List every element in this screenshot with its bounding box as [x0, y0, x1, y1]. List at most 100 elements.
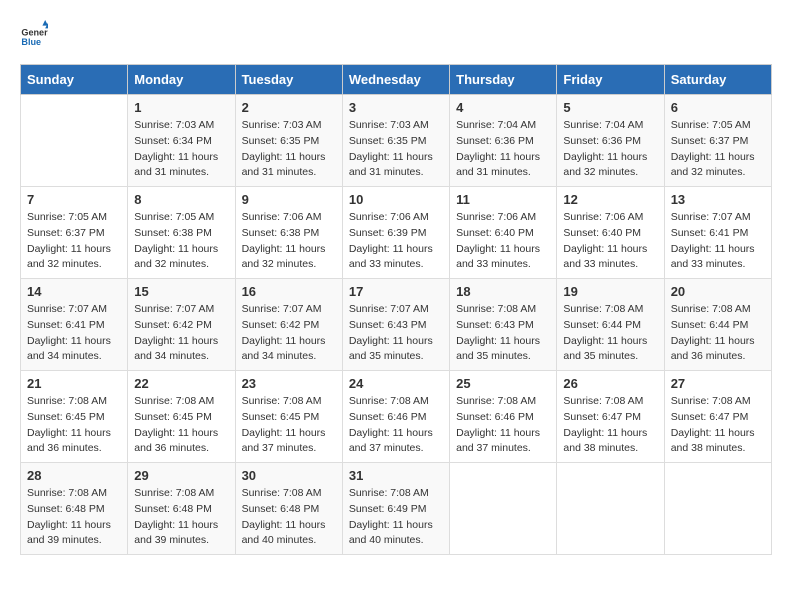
calendar-cell: 22Sunrise: 7:08 AM Sunset: 6:45 PM Dayli… [128, 371, 235, 463]
day-info: Sunrise: 7:05 AM Sunset: 6:37 PM Dayligh… [671, 118, 765, 181]
day-info: Sunrise: 7:08 AM Sunset: 6:48 PM Dayligh… [242, 486, 336, 549]
calendar-cell: 31 Sunrise: 7:08 AM Sunset: 6:49 PM Dayli… [342, 463, 449, 555]
calendar-cell: 4Sunrise: 7:04 AM Sunset: 6:36 PM Daylig… [450, 95, 557, 187]
logo-icon: General Blue [20, 20, 48, 48]
day-info: Sunrise: 7:08 AM Sunset: 6:49 PM Dayligh… [349, 486, 443, 549]
calendar-cell: 20 Sunrise: 7:08 AM Sunset: 6:44 PM Dayli… [664, 279, 771, 371]
day-number: 10 [349, 192, 443, 207]
calendar-cell: 16Sunrise: 7:07 AM Sunset: 6:42 PM Dayli… [235, 279, 342, 371]
calendar-cell: 19Sunrise: 7:08 AM Sunset: 6:44 PM Dayli… [557, 279, 664, 371]
day-number: 12 [563, 192, 657, 207]
day-number: 7 [27, 192, 121, 207]
day-number: 13 [671, 192, 765, 207]
day-info: Sunrise: 7:08 AM Sunset: 6:47 PM Dayligh… [563, 394, 657, 457]
calendar-cell: 1 Sunrise: 7:03 AM Sunset: 6:34 PM Daylig… [128, 95, 235, 187]
day-info: Sunrise: 7:06 AM Sunset: 6:40 PM Dayligh… [563, 210, 657, 273]
day-number: 29 [134, 468, 228, 483]
day-number: 19 [563, 284, 657, 299]
weekday-header-monday: Monday [128, 65, 235, 95]
day-number: 26 [563, 376, 657, 391]
day-info: Sunrise: 7:03 AM Sunset: 6:35 PM Dayligh… [349, 118, 443, 181]
day-number: 21 [27, 376, 121, 391]
day-number: 24 [349, 376, 443, 391]
page-header: General Blue [20, 20, 772, 48]
day-number: 31 [349, 468, 443, 483]
calendar-cell: 26 Sunrise: 7:08 AM Sunset: 6:47 PM Dayli… [557, 371, 664, 463]
day-info: Sunrise: 7:05 AM Sunset: 6:37 PM Dayligh… [27, 210, 121, 273]
day-info: Sunrise: 7:03 AM Sunset: 6:34 PM Dayligh… [134, 118, 228, 181]
day-info: Sunrise: 7:08 AM Sunset: 6:43 PM Dayligh… [456, 302, 550, 365]
calendar-cell: 13Sunrise: 7:07 AM Sunset: 6:41 PM Dayli… [664, 187, 771, 279]
day-info: Sunrise: 7:08 AM Sunset: 6:44 PM Dayligh… [671, 302, 765, 365]
day-info: Sunrise: 7:04 AM Sunset: 6:36 PM Dayligh… [456, 118, 550, 181]
day-number: 16 [242, 284, 336, 299]
day-info: Sunrise: 7:08 AM Sunset: 6:45 PM Dayligh… [27, 394, 121, 457]
calendar-cell: 18 Sunrise: 7:08 AM Sunset: 6:43 PM Dayli… [450, 279, 557, 371]
day-info: Sunrise: 7:04 AM Sunset: 6:36 PM Dayligh… [563, 118, 657, 181]
day-number: 14 [27, 284, 121, 299]
day-info: Sunrise: 7:08 AM Sunset: 6:45 PM Dayligh… [242, 394, 336, 457]
calendar-cell: 7 Sunrise: 7:05 AM Sunset: 6:37 PM Daylig… [21, 187, 128, 279]
calendar-table: SundayMondayTuesdayWednesdayThursdayFrid… [20, 64, 772, 555]
day-number: 11 [456, 192, 550, 207]
svg-text:Blue: Blue [21, 37, 41, 47]
day-number: 8 [134, 192, 228, 207]
day-info: Sunrise: 7:03 AM Sunset: 6:35 PM Dayligh… [242, 118, 336, 181]
day-info: Sunrise: 7:07 AM Sunset: 6:43 PM Dayligh… [349, 302, 443, 365]
calendar-cell: 27 Sunrise: 7:08 AM Sunset: 6:47 PM Dayli… [664, 371, 771, 463]
calendar-cell: 2 Sunrise: 7:03 AM Sunset: 6:35 PM Daylig… [235, 95, 342, 187]
calendar-cell: 9 Sunrise: 7:06 AM Sunset: 6:38 PM Daylig… [235, 187, 342, 279]
day-number: 27 [671, 376, 765, 391]
day-number: 2 [242, 100, 336, 115]
day-info: Sunrise: 7:07 AM Sunset: 6:41 PM Dayligh… [27, 302, 121, 365]
day-number: 20 [671, 284, 765, 299]
weekday-header-saturday: Saturday [664, 65, 771, 95]
day-number: 5 [563, 100, 657, 115]
calendar-cell [557, 463, 664, 555]
day-info: Sunrise: 7:06 AM Sunset: 6:39 PM Dayligh… [349, 210, 443, 273]
calendar-cell: 5 Sunrise: 7:04 AM Sunset: 6:36 PM Daylig… [557, 95, 664, 187]
day-info: Sunrise: 7:08 AM Sunset: 6:48 PM Dayligh… [27, 486, 121, 549]
calendar-cell [21, 95, 128, 187]
calendar-cell: 3 Sunrise: 7:03 AM Sunset: 6:35 PM Daylig… [342, 95, 449, 187]
day-number: 6 [671, 100, 765, 115]
calendar-cell: 29 Sunrise: 7:08 AM Sunset: 6:48 PM Dayli… [128, 463, 235, 555]
calendar-cell: 28Sunrise: 7:08 AM Sunset: 6:48 PM Dayli… [21, 463, 128, 555]
weekday-header-sunday: Sunday [21, 65, 128, 95]
calendar-cell: 24 Sunrise: 7:08 AM Sunset: 6:46 PM Dayli… [342, 371, 449, 463]
day-info: Sunrise: 7:08 AM Sunset: 6:45 PM Dayligh… [134, 394, 228, 457]
calendar-cell: 15 Sunrise: 7:07 AM Sunset: 6:42 PM Dayli… [128, 279, 235, 371]
day-info: Sunrise: 7:08 AM Sunset: 6:48 PM Dayligh… [134, 486, 228, 549]
day-number: 17 [349, 284, 443, 299]
day-info: Sunrise: 7:06 AM Sunset: 6:38 PM Dayligh… [242, 210, 336, 273]
calendar-cell: 14 Sunrise: 7:07 AM Sunset: 6:41 PM Dayli… [21, 279, 128, 371]
calendar-cell: 6 Sunrise: 7:05 AM Sunset: 6:37 PM Daylig… [664, 95, 771, 187]
day-number: 18 [456, 284, 550, 299]
calendar-cell [450, 463, 557, 555]
calendar-cell: 17 Sunrise: 7:07 AM Sunset: 6:43 PM Dayli… [342, 279, 449, 371]
day-number: 23 [242, 376, 336, 391]
day-info: Sunrise: 7:07 AM Sunset: 6:42 PM Dayligh… [134, 302, 228, 365]
day-info: Sunrise: 7:06 AM Sunset: 6:40 PM Dayligh… [456, 210, 550, 273]
day-number: 3 [349, 100, 443, 115]
calendar-cell: 8 Sunrise: 7:05 AM Sunset: 6:38 PM Daylig… [128, 187, 235, 279]
weekday-header-wednesday: Wednesday [342, 65, 449, 95]
calendar-cell: 11 Sunrise: 7:06 AM Sunset: 6:40 PM Dayli… [450, 187, 557, 279]
day-number: 9 [242, 192, 336, 207]
day-number: 1 [134, 100, 228, 115]
day-info: Sunrise: 7:08 AM Sunset: 6:46 PM Dayligh… [349, 394, 443, 457]
calendar-cell: 25Sunrise: 7:08 AM Sunset: 6:46 PM Dayli… [450, 371, 557, 463]
day-info: Sunrise: 7:05 AM Sunset: 6:38 PM Dayligh… [134, 210, 228, 273]
logo: General Blue [20, 20, 52, 48]
calendar-cell: 23 Sunrise: 7:08 AM Sunset: 6:45 PM Dayli… [235, 371, 342, 463]
day-number: 30 [242, 468, 336, 483]
calendar-cell: 21 Sunrise: 7:08 AM Sunset: 6:45 PM Dayli… [21, 371, 128, 463]
day-info: Sunrise: 7:08 AM Sunset: 6:46 PM Dayligh… [456, 394, 550, 457]
day-number: 15 [134, 284, 228, 299]
svg-text:General: General [21, 27, 48, 37]
weekday-header-friday: Friday [557, 65, 664, 95]
weekday-header-thursday: Thursday [450, 65, 557, 95]
calendar-cell: 12 Sunrise: 7:06 AM Sunset: 6:40 PM Dayli… [557, 187, 664, 279]
weekday-header-tuesday: Tuesday [235, 65, 342, 95]
day-info: Sunrise: 7:08 AM Sunset: 6:47 PM Dayligh… [671, 394, 765, 457]
